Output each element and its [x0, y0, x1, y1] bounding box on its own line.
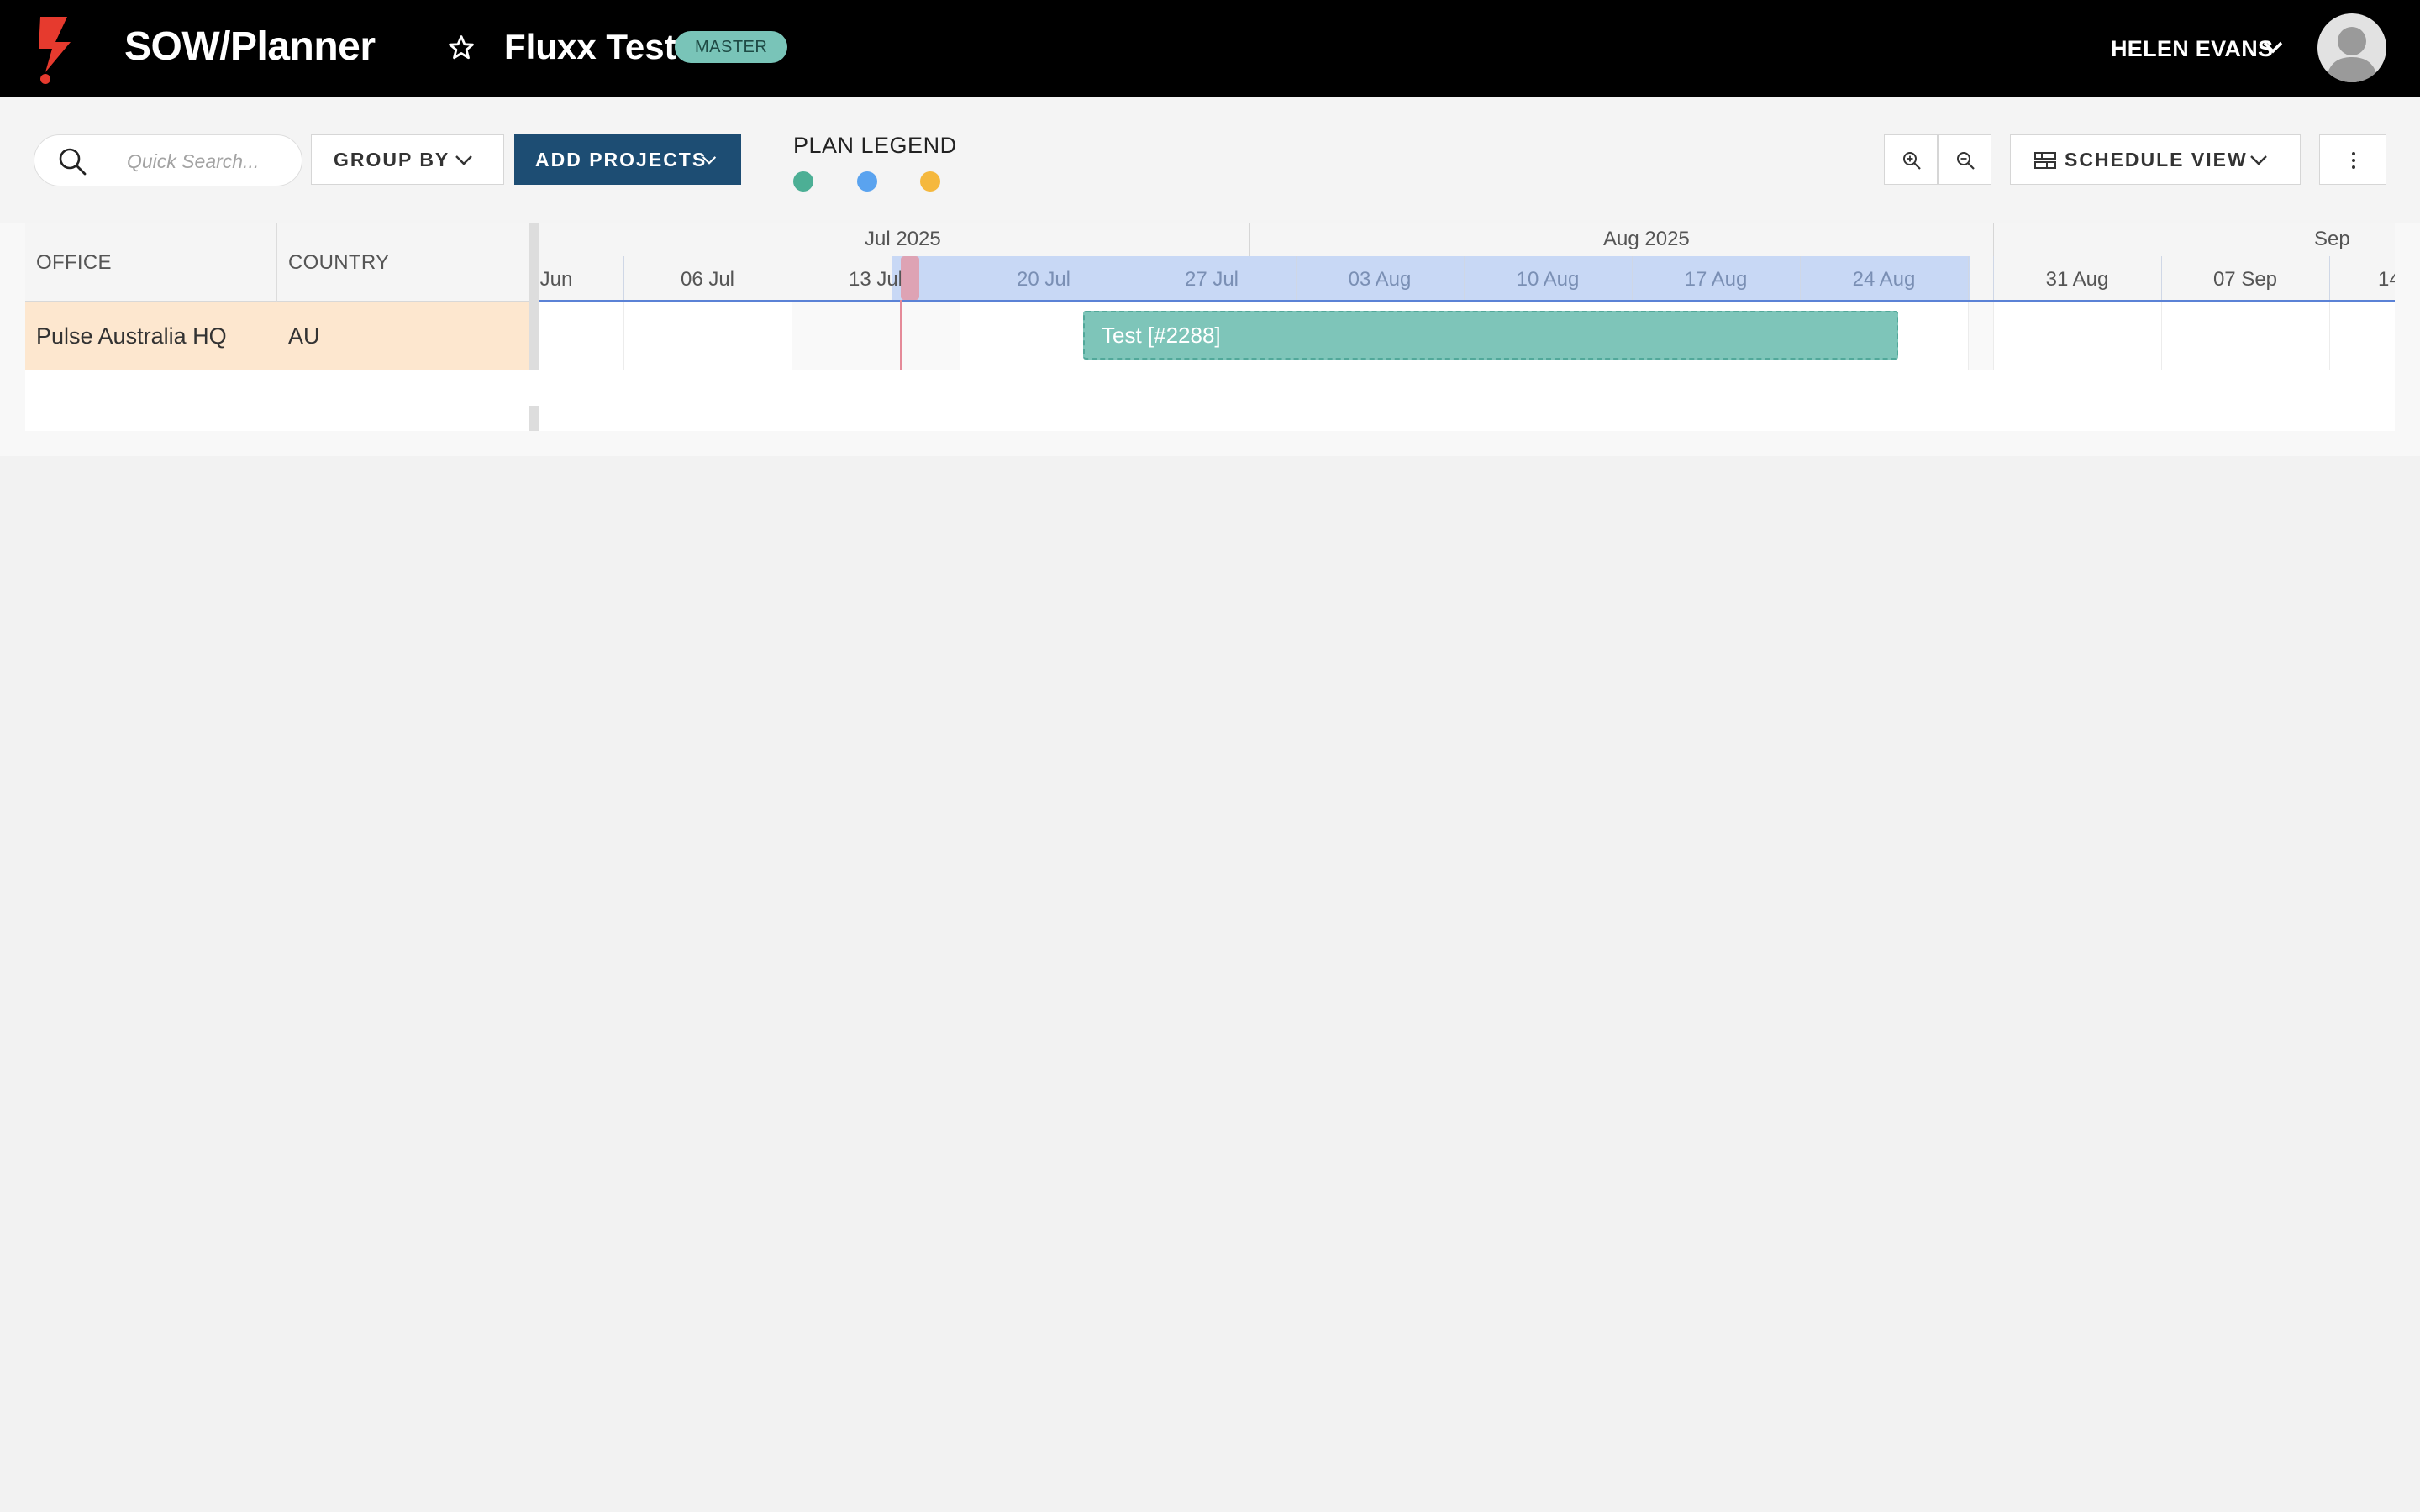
avatar-silhouette-icon	[2326, 27, 2378, 82]
planner-grid-panel: OFFICE COUNTRY Pulse Australia HQ AU Jul…	[0, 223, 2420, 456]
week-label: 07 Sep	[2212, 268, 2278, 291]
week-divider	[1968, 256, 1969, 300]
week-label: 24 Aug	[1852, 268, 1916, 291]
current-week-shade	[792, 302, 960, 370]
planner-grid: OFFICE COUNTRY Pulse Australia HQ AU Jul…	[25, 223, 2395, 431]
month-divider	[1249, 223, 1250, 256]
schedule-view-label: SCHEDULE VIEW	[2065, 149, 2248, 171]
legend-dot-green	[793, 171, 813, 192]
more-options-button[interactable]	[2319, 134, 2386, 185]
week-label: 20 Jul	[1016, 268, 1071, 291]
toolbar: GROUP BY ADD PROJECTS PLAN LEGEND	[0, 97, 2420, 223]
schedule-view-icon	[2034, 152, 2056, 169]
row-divider	[1993, 302, 1994, 370]
chevron-down-icon	[2250, 155, 2267, 165]
row-divider	[2329, 302, 2330, 370]
user-menu-name[interactable]: HELEN EVANS	[2111, 32, 2273, 66]
column-header-office[interactable]: OFFICE	[25, 223, 277, 302]
resource-table: OFFICE COUNTRY Pulse Australia HQ AU	[25, 223, 529, 431]
row-divider	[623, 302, 624, 370]
legend-dot-blue	[857, 171, 877, 192]
favorite-star-icon[interactable]	[447, 34, 476, 62]
legend-dot-orange	[920, 171, 940, 192]
week-label: 03 Aug	[1348, 268, 1412, 291]
zoom-in-button[interactable]	[1884, 134, 1938, 185]
week-shade	[1968, 302, 1993, 370]
week-label: 17 Aug	[1684, 268, 1748, 291]
group-by-label: GROUP BY	[334, 149, 450, 171]
plan-legend-title: PLAN LEGEND	[793, 133, 957, 158]
panel-splitter[interactable]	[529, 223, 539, 370]
chevron-down-icon[interactable]	[2262, 39, 2284, 55]
today-marker	[901, 256, 919, 300]
today-line	[900, 300, 902, 370]
add-projects-button[interactable]: ADD PROJECTS	[514, 134, 741, 185]
search-icon[interactable]	[58, 147, 87, 176]
month-label-jul: Jul 2025	[865, 228, 941, 250]
task-bar[interactable]: Test [#2288]	[1083, 311, 1898, 360]
project-title: Fluxx Test	[504, 27, 676, 66]
week-label: 31 Aug	[2045, 268, 2109, 291]
zoom-out-button[interactable]	[1938, 134, 1991, 185]
user-avatar[interactable]	[2317, 13, 2386, 82]
chevron-down-icon	[702, 156, 717, 165]
column-header-country[interactable]: COUNTRY	[277, 223, 529, 302]
row-divider	[2161, 302, 2162, 370]
chevron-down-icon	[455, 155, 472, 165]
week-label: 10 Aug	[1516, 268, 1580, 291]
top-bar: SOW/Planner Fluxx Test MASTER HELEN EVAN…	[0, 0, 2420, 97]
week-label: 06 Jul	[680, 268, 735, 291]
cell-office[interactable]: Pulse Australia HQ	[25, 302, 277, 370]
week-label: 13 Jul	[848, 268, 903, 291]
week-label: Jun	[539, 268, 573, 291]
cell-country[interactable]: AU	[277, 302, 529, 370]
row-divider	[1968, 302, 1969, 370]
month-divider	[1993, 223, 1994, 256]
quick-search[interactable]	[34, 134, 302, 186]
more-vertical-icon	[2352, 152, 2355, 169]
week-label: 14 S	[2378, 268, 2395, 291]
master-badge: MASTER	[675, 31, 788, 63]
schedule-view-button[interactable]: SCHEDULE VIEW	[2010, 134, 2301, 185]
app-logo-icon[interactable]	[34, 10, 84, 86]
zoom-in-icon	[1903, 152, 1921, 170]
panel-splitter-handle[interactable]	[529, 406, 539, 431]
zoom-out-icon	[1957, 152, 1975, 170]
group-by-button[interactable]: GROUP BY	[311, 134, 504, 185]
add-projects-label: ADD PROJECTS	[535, 149, 708, 171]
timeline: Jul 2025 Aug 2025 Sep 2025 Jun 06 Jul 13…	[539, 223, 2395, 431]
search-input[interactable]	[125, 144, 288, 179]
week-label: 27 Jul	[1184, 268, 1239, 291]
month-label-aug: Aug 2025	[1603, 228, 1690, 250]
timeline-month-row	[539, 223, 2395, 256]
app-title: SOW/Planner	[124, 24, 376, 69]
